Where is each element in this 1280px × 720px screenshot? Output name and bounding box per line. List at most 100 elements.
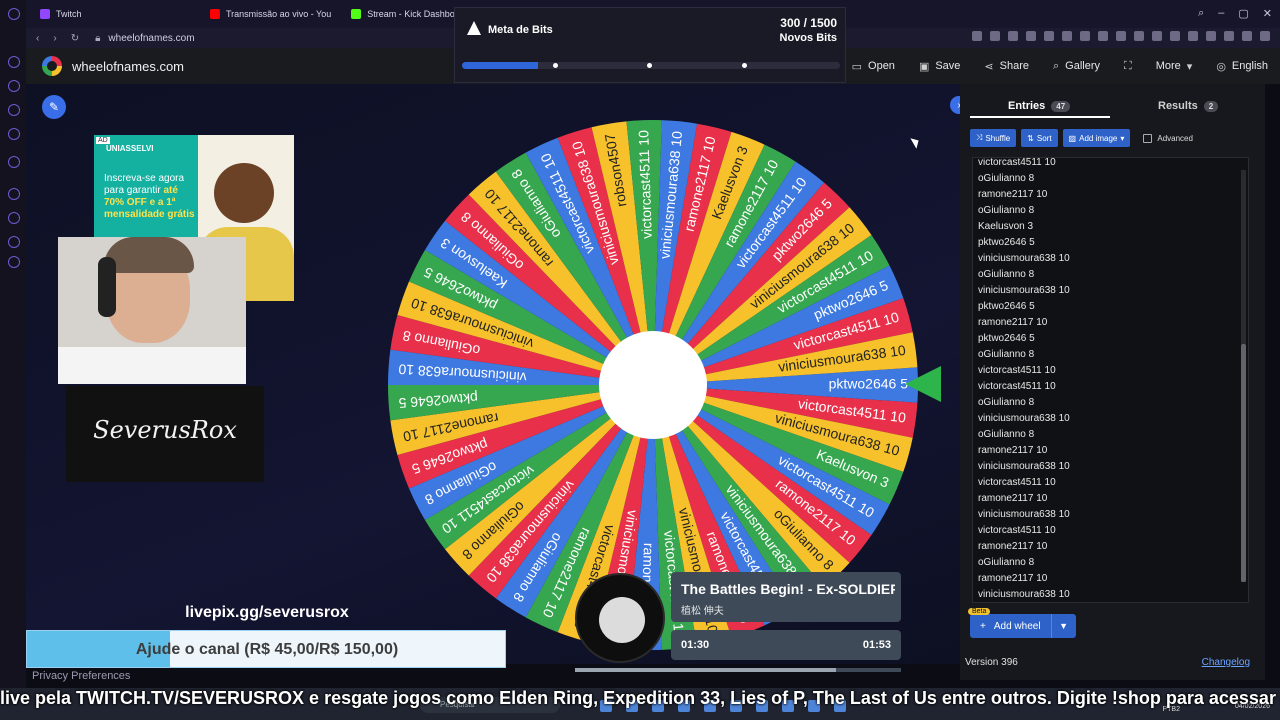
extension-icon[interactable] (1224, 31, 1234, 41)
extension-icon[interactable] (1026, 31, 1036, 41)
entry-line[interactable]: victorcast4511 10 (978, 475, 1056, 491)
wheel-logo-icon[interactable] (42, 56, 62, 76)
extension-icon[interactable] (1044, 31, 1054, 41)
kick-icon (351, 9, 362, 19)
add-wheel-button[interactable]: + Add wheel ▼ (970, 614, 1076, 638)
forward-icon[interactable]: › (53, 33, 56, 44)
opera-icon[interactable] (8, 8, 20, 20)
entry-line[interactable]: viniciusmoura638 10 (978, 459, 1070, 475)
settings-icon[interactable] (8, 256, 20, 268)
gallery-button[interactable]: ⌕ Gallery (1041, 60, 1112, 73)
more-button[interactable]: More ▾ (1144, 60, 1205, 73)
entry-line[interactable]: Kaelusvon 3 (978, 219, 1033, 235)
entry-line[interactable]: victorcast4511 10 (978, 523, 1056, 539)
save-button[interactable]: ▣ Save (907, 60, 972, 73)
maximize-icon[interactable]: ▢ (1238, 7, 1248, 20)
entry-line[interactable]: oGiulianno 8 (978, 555, 1034, 571)
tab-entries[interactable]: Entries 47 (1008, 94, 1071, 118)
changelog-link[interactable]: Changelog (1202, 657, 1250, 668)
sidebar-icon[interactable] (8, 236, 20, 248)
entry-line[interactable]: viniciusmoura638 10 (978, 251, 1070, 267)
advanced-toggle[interactable]: Advanced (1143, 133, 1193, 143)
sidebar-icon[interactable] (8, 128, 20, 140)
extension-icon[interactable] (1206, 31, 1216, 41)
twitch-sidebar-icon[interactable] (8, 156, 20, 168)
history-icon[interactable] (8, 212, 20, 224)
tab-label: Twitch (56, 9, 82, 19)
fullscreen-icon: ⛶ (1124, 59, 1132, 72)
entry-line[interactable]: ramone2117 10 (978, 571, 1047, 587)
tool-label: Shuffle (985, 133, 1011, 143)
entry-line[interactable]: oGiulianno 8 (978, 171, 1034, 187)
entries-scrollbar[interactable] (1241, 170, 1246, 582)
minimize-icon[interactable]: – (1218, 7, 1224, 20)
entry-line[interactable]: pktwo2646 5 (978, 331, 1035, 347)
tab-results[interactable]: Results 2 (1158, 94, 1219, 118)
entry-line[interactable]: oGiulianno 8 (978, 347, 1034, 363)
sidebar-icon[interactable] (8, 188, 20, 200)
open-button[interactable]: ▭ Open (840, 60, 907, 73)
extension-icon[interactable] (1080, 31, 1090, 41)
ad-brand: UNIASSELVI (106, 144, 154, 153)
site-title[interactable]: wheelofnames.com (72, 59, 184, 74)
extension-icon[interactable] (1062, 31, 1072, 41)
entry-line[interactable]: oGiulianno 8 (978, 203, 1034, 219)
entry-line[interactable]: victorcast4511 10 (978, 158, 1056, 171)
extension-icon[interactable] (1170, 31, 1180, 41)
sidebar-icon[interactable] (8, 80, 20, 92)
entry-line[interactable]: ramone2117 10 (978, 539, 1047, 555)
extension-icon[interactable] (1134, 31, 1144, 41)
entry-line[interactable]: viniciusmoura638 10 (978, 283, 1070, 299)
language-button[interactable]: ◎ English (1204, 60, 1280, 73)
sidebar-icon[interactable] (8, 104, 20, 116)
share-button[interactable]: ⋖ Share (972, 60, 1041, 73)
extension-icon[interactable] (1116, 31, 1126, 41)
entry-line[interactable]: ramone2117 10 (978, 443, 1047, 459)
add-wheel-dropdown[interactable]: ▼ (1052, 614, 1076, 638)
entry-line[interactable]: pktwo2646 5 (978, 235, 1035, 251)
add-wheel-main[interactable]: + Add wheel (970, 614, 1052, 638)
extension-icon[interactable] (1152, 31, 1162, 41)
search-tabs-icon[interactable]: ⌕ (1198, 7, 1204, 20)
entry-line[interactable]: oGiulianno 8 (978, 427, 1034, 443)
entry-line[interactable]: oGiulianno 8 (978, 267, 1034, 283)
sidebar-icon[interactable] (8, 56, 20, 68)
sort-button[interactable]: ⇅ Sort (1021, 129, 1058, 147)
extension-icon[interactable] (1242, 31, 1252, 41)
close-icon[interactable]: ✕ (1263, 7, 1272, 20)
entry-line[interactable]: victorcast4511 10 (978, 379, 1056, 395)
privacy-preferences-link[interactable]: Privacy Preferences (32, 670, 130, 682)
url-field[interactable]: wheelofnames.com (108, 33, 194, 44)
advanced-checkbox[interactable] (1143, 133, 1153, 143)
entries-textarea[interactable]: victorcast4511 10 oGiulianno 8 ramone2117 … (972, 157, 1249, 603)
tab-label: Results (1158, 100, 1198, 112)
scrollbar-thumb[interactable] (1241, 344, 1246, 582)
wheel-center[interactable] (599, 331, 707, 439)
extension-icon[interactable] (1098, 31, 1108, 41)
streamer-logo-text: SeverusRox (93, 416, 237, 444)
entry-line[interactable]: viniciusmoura638 10 (978, 411, 1070, 427)
entry-line[interactable]: viniciusmoura638 10 (978, 587, 1070, 602)
wheel-pointer (905, 366, 941, 402)
extension-icon[interactable] (1188, 31, 1198, 41)
edit-pencil-button[interactable]: ✎ (42, 95, 66, 119)
entry-line[interactable]: ramone2117 10 (978, 187, 1047, 203)
entry-line[interactable]: victorcast4511 10 (978, 363, 1056, 379)
back-icon[interactable]: ‹ (36, 33, 39, 44)
fullscreen-button[interactable]: ⛶ (1112, 60, 1144, 73)
entry-line[interactable]: oGiulianno 8 (978, 395, 1034, 411)
tab-twitch[interactable]: Twitch (30, 0, 160, 28)
beta-badge: Beta (968, 608, 991, 615)
add-image-button[interactable]: ▨ Add image ▾ (1062, 129, 1131, 147)
extension-icon[interactable] (990, 31, 1000, 41)
extension-icon[interactable] (972, 31, 982, 41)
reload-icon[interactable]: ↻ (71, 33, 79, 44)
entry-line[interactable]: pktwo2646 5 (978, 299, 1035, 315)
tab-youtube[interactable]: Transmissão ao vivo - You (200, 0, 341, 28)
entry-line[interactable]: ramone2117 10 (978, 491, 1047, 507)
shuffle-button[interactable]: ⤨ Shuffle (970, 129, 1017, 147)
extension-icon[interactable] (1260, 31, 1270, 41)
extension-icon[interactable] (1008, 31, 1018, 41)
entry-line[interactable]: viniciusmoura638 10 (978, 507, 1070, 523)
entry-line[interactable]: ramone2117 10 (978, 315, 1047, 331)
